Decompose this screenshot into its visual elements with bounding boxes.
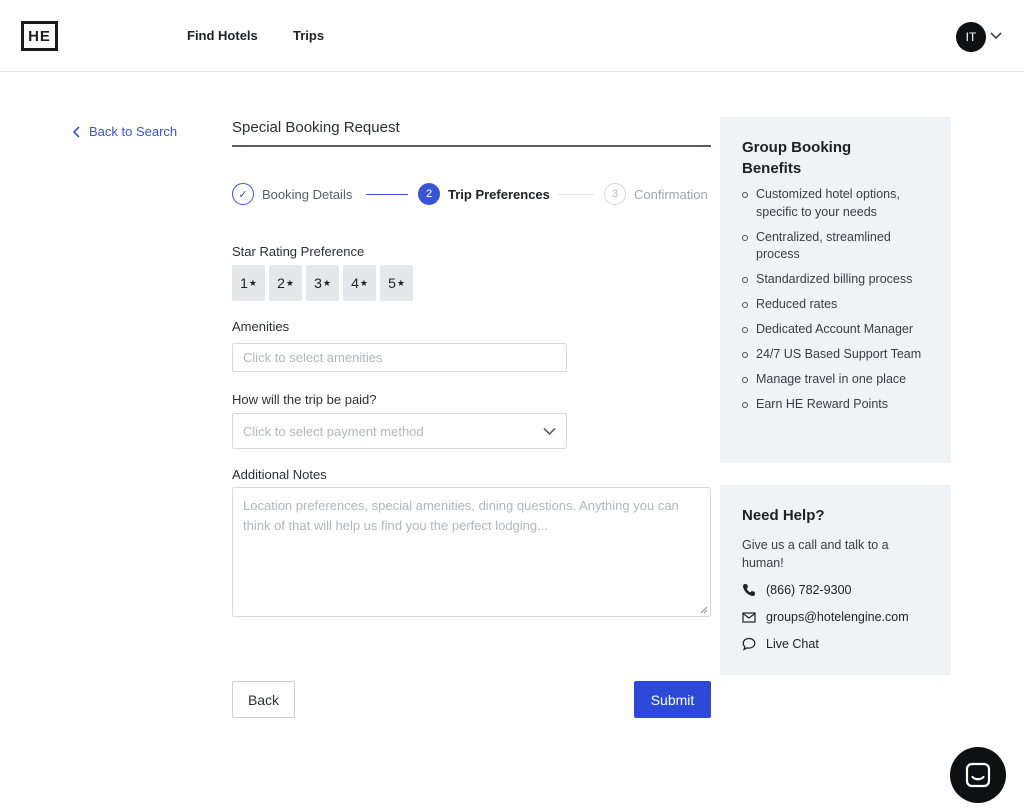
step-trip-preferences[interactable]: 2 Trip Preferences <box>418 183 550 205</box>
help-panel: Need Help? Give us a call and talk to a … <box>720 485 951 675</box>
step-label: Confirmation <box>634 186 708 202</box>
step-label: Trip Preferences <box>448 186 550 202</box>
list-item: Dedicated Account Manager <box>742 321 929 339</box>
star-icon: ★ <box>396 277 405 288</box>
step-connector <box>366 194 408 195</box>
star-rating-label: Star Rating Preference <box>232 244 365 259</box>
step-connector <box>558 194 594 195</box>
step-booking-details[interactable]: ✓ Booking Details <box>232 183 352 205</box>
step-confirmation[interactable]: 3 Confirmation <box>604 183 708 205</box>
title-divider <box>232 145 711 147</box>
notes-placeholder: Location preferences, special amenities,… <box>243 498 679 533</box>
phone-number: (866) 782-9300 <box>766 583 852 597</box>
phone-icon <box>743 584 755 596</box>
star-3-button[interactable]: 3 ★ <box>306 265 339 301</box>
help-text: Give us a call and talk to a human! <box>742 538 889 570</box>
payment-method-select[interactable]: Click to select payment method <box>232 413 567 449</box>
star-icon: ★ <box>322 277 331 288</box>
star-icon: ★ <box>359 277 368 288</box>
chevron-left-icon <box>72 125 80 138</box>
list-item: Customized hotel options, specific to yo… <box>742 186 929 221</box>
mail-icon <box>742 612 756 623</box>
logo[interactable]: HE <box>21 21 58 51</box>
benefits-list: Customized hotel options, specific to yo… <box>742 186 929 414</box>
chat-widget-button[interactable] <box>950 747 1006 803</box>
star-4-button[interactable]: 4 ★ <box>343 265 376 301</box>
nav-find-hotels[interactable]: Find Hotels <box>187 28 258 43</box>
payment-placeholder: Click to select payment method <box>243 423 424 439</box>
back-to-search-link[interactable]: Back to Search <box>72 124 177 139</box>
star-icon: ★ <box>285 277 294 288</box>
amenities-placeholder: Click to select amenities <box>243 350 383 365</box>
chat-bubble-icon <box>742 637 756 651</box>
list-item: Earn HE Reward Points <box>742 396 929 414</box>
step-number: 3 <box>604 183 626 205</box>
amenities-label: Amenities <box>232 319 290 334</box>
avatar[interactable]: IT <box>956 22 986 52</box>
payment-label: How will the trip be paid? <box>232 392 377 407</box>
step-label: Booking Details <box>262 186 353 202</box>
submit-button[interactable]: Submit <box>634 681 711 718</box>
live-chat-link[interactable]: Live Chat <box>742 635 929 653</box>
check-icon: ✓ <box>232 183 254 205</box>
star-1-button[interactable]: 1 ★ <box>232 265 265 301</box>
back-button[interactable]: Back <box>232 681 295 718</box>
live-chat-label: Live Chat <box>766 637 819 651</box>
phone-link[interactable]: (866) 782-9300 <box>742 581 929 599</box>
list-item: Centralized, streamlined process <box>742 229 929 264</box>
list-item: Manage travel in one place <box>742 371 929 389</box>
step-number: 2 <box>418 183 440 205</box>
help-title: Need Help? <box>742 507 825 524</box>
top-header: HE Find Hotels Trips IT <box>0 0 1024 72</box>
nav-trips[interactable]: Trips <box>293 28 324 43</box>
amenities-input[interactable]: Click to select amenities <box>232 343 567 372</box>
chat-widget-icon <box>965 762 991 788</box>
benefits-panel: Group Booking Benefits Customized hotel … <box>720 117 951 463</box>
notes-textarea[interactable]: Location preferences, special amenities,… <box>232 487 711 617</box>
star-icon: ★ <box>248 277 257 288</box>
email-link[interactable]: groups@hotelengine.com <box>742 608 929 626</box>
page-title: Special Booking Request <box>232 119 400 136</box>
benefits-title: Group Booking Benefits <box>742 139 852 177</box>
star-2-button[interactable]: 2 ★ <box>269 265 302 301</box>
list-item: Reduced rates <box>742 296 929 314</box>
list-item: Standardized billing process <box>742 271 929 289</box>
star-5-button[interactable]: 5 ★ <box>380 265 413 301</box>
resize-handle-icon[interactable] <box>700 606 708 614</box>
star-rating-group: 1 ★ 2 ★ 3 ★ 4 ★ 5 ★ <box>232 265 413 301</box>
chevron-down-icon <box>543 427 556 436</box>
list-item: 24/7 US Based Support Team <box>742 346 929 364</box>
email-address: groups@hotelengine.com <box>766 610 909 624</box>
notes-label: Additional Notes <box>232 467 327 482</box>
chevron-down-icon[interactable] <box>990 30 1002 40</box>
back-to-search-label: Back to Search <box>89 124 178 139</box>
